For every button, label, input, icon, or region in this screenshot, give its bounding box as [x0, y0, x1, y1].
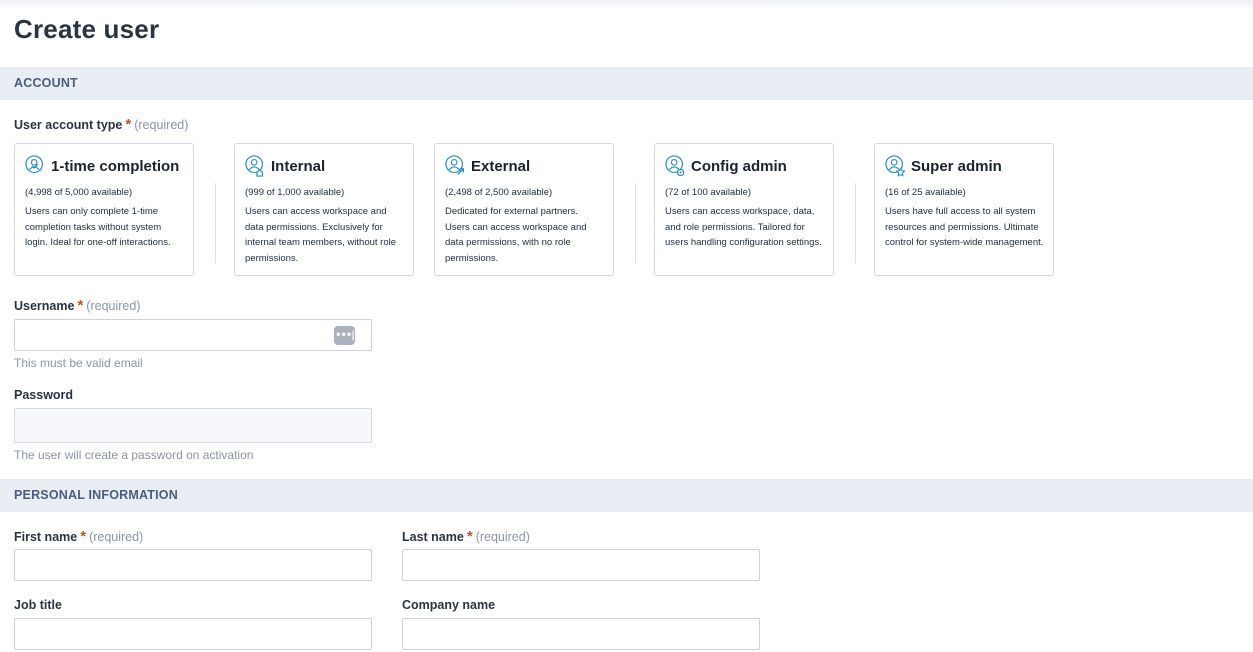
- user-home-icon: [245, 155, 264, 177]
- label-text: Last name: [402, 530, 464, 544]
- company-name-label: Company name: [402, 598, 495, 612]
- badge-dots: •••|: [335, 330, 355, 341]
- required-text: (required): [134, 118, 189, 132]
- label-text: Password: [14, 388, 74, 402]
- required-star: *: [466, 528, 473, 545]
- required-text: (required): [89, 530, 144, 544]
- account-type-card-internal[interactable]: Internal (999 of 1,000 available) Users ca…: [234, 143, 414, 276]
- password-input: [15, 409, 371, 442]
- card-availability: (16 of 25 available): [885, 187, 966, 198]
- card-header: External: [445, 154, 530, 178]
- username-input[interactable]: [15, 320, 371, 350]
- account-type-card-1-time-completion[interactable]: 1-time completion (4,998 of 5,000 availab…: [14, 143, 194, 276]
- card-availability: (2,498 of 2,500 available): [445, 187, 553, 198]
- section-header-personal-information: PERSONAL INFORMATION: [0, 479, 1253, 512]
- card-title: Super admin: [911, 157, 1002, 175]
- card-header: 1-time completion: [25, 154, 179, 178]
- card-description: Users can access workspace and data perm…: [245, 206, 397, 265]
- label-text: Company name: [402, 598, 496, 612]
- label-text: Username: [14, 299, 75, 313]
- account-type-card-external[interactable]: External (2,498 of 2,500 available) Dedica…: [434, 143, 614, 276]
- user-star-icon: [885, 155, 906, 177]
- card-header: Internal: [245, 154, 325, 178]
- required-star: *: [125, 116, 132, 133]
- company-name-field[interactable]: [402, 618, 760, 650]
- account-type-label: User account type * (required): [14, 116, 188, 133]
- user-external-icon: [445, 155, 464, 175]
- card-description: Users have full access to all system res…: [885, 206, 1044, 249]
- required-star: *: [80, 528, 87, 545]
- card-divider: [855, 183, 856, 263]
- card-description: Users can only complete 1-time completio…: [25, 206, 171, 249]
- card-title: Internal: [271, 157, 326, 175]
- job-title-field[interactable]: [14, 618, 372, 650]
- required-star: *: [77, 297, 84, 314]
- first-name-label: First name * (required): [14, 528, 143, 545]
- first-name-input[interactable]: [15, 550, 371, 580]
- job-title-input[interactable]: [15, 619, 371, 649]
- label-text: First name: [14, 530, 78, 544]
- last-name-field[interactable]: [402, 549, 760, 581]
- required-text: (required): [475, 530, 530, 544]
- card-title: External: [471, 157, 531, 175]
- password-field: [14, 408, 372, 443]
- card-divider: [215, 183, 216, 263]
- card-divider: [635, 183, 636, 263]
- card-availability: (72 of 100 available): [665, 187, 752, 198]
- top-shadow: [0, 0, 1253, 10]
- card-description: Dedicated for external partners. Users c…: [445, 206, 587, 265]
- username-hint: This must be valid email: [14, 356, 143, 370]
- password-manager-icon[interactable]: •••|: [334, 326, 355, 345]
- page-title: Create user: [14, 14, 160, 44]
- account-type-card-config-admin[interactable]: Config admin (72 of 100 available) Users c…: [654, 143, 834, 276]
- user-check-icon: [25, 155, 44, 174]
- account-type-card-super-admin[interactable]: Super admin (16 of 25 available) Users hav…: [874, 143, 1054, 276]
- job-title-label: Job title: [14, 598, 62, 612]
- user-gear-icon: [665, 155, 685, 177]
- card-availability: (4,998 of 5,000 available): [25, 187, 133, 198]
- card-description: Users can access workspace, data, and ro…: [665, 206, 822, 249]
- password-hint: The user will create a password on activ…: [14, 448, 254, 462]
- card-header: Config admin: [665, 154, 787, 178]
- section-header-account: ACCOUNT: [0, 67, 1253, 100]
- label-text: User account type: [14, 118, 123, 132]
- username-field[interactable]: •••|: [14, 319, 372, 351]
- label-text: Job title: [14, 598, 62, 612]
- card-title: Config admin: [691, 157, 787, 175]
- card-header: Super admin: [885, 154, 1002, 178]
- section-title: ACCOUNT: [14, 76, 78, 90]
- last-name-label: Last name * (required): [402, 528, 530, 545]
- username-label: Username * (required): [14, 297, 140, 314]
- section-title: PERSONAL INFORMATION: [14, 488, 178, 502]
- company-name-input[interactable]: [403, 619, 759, 649]
- card-availability: (999 of 1,000 available): [245, 187, 345, 198]
- last-name-input[interactable]: [403, 550, 759, 580]
- card-title: 1-time completion: [51, 157, 180, 175]
- first-name-field[interactable]: [14, 549, 372, 581]
- password-label: Password: [14, 388, 73, 402]
- required-text: (required): [86, 299, 141, 313]
